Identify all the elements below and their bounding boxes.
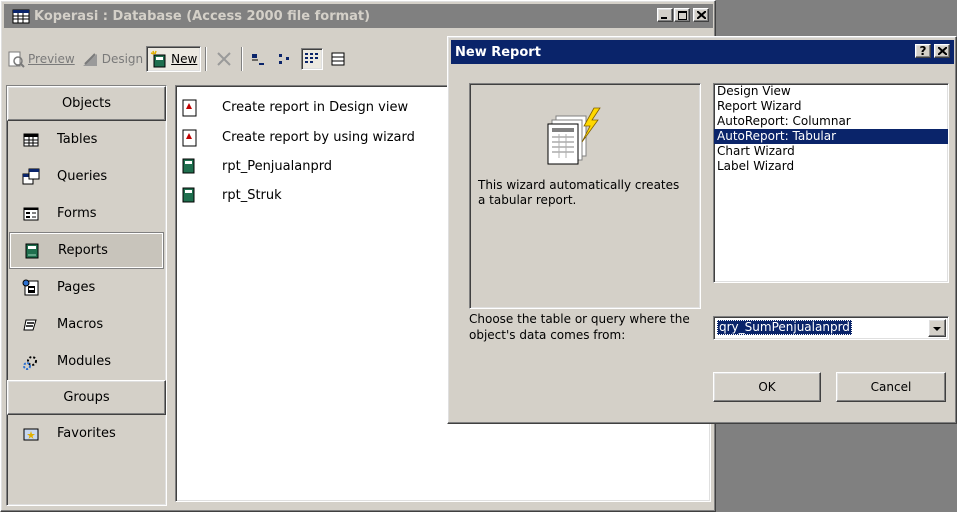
toolbar-separator (241, 47, 244, 71)
source-table-combo[interactable]: qry_SumPenjualanprd (713, 316, 949, 340)
database-icon (12, 8, 30, 24)
list-item-label: Create report in Design view (222, 99, 409, 115)
design-button[interactable]: Design (78, 46, 146, 72)
wizard-description: This wizard automatically creates a tabu… (478, 178, 680, 207)
new-object-icon (150, 50, 168, 68)
objects-group-header[interactable]: Objects (7, 86, 166, 121)
maximize-button[interactable] (674, 8, 690, 22)
wizard-option-label-wizard[interactable]: Label Wizard (714, 159, 948, 174)
report-icon (182, 158, 198, 174)
help-button[interactable]: ? (915, 44, 931, 58)
list-item-label: rpt_Struk (222, 187, 282, 203)
dialog-close-button[interactable] (934, 44, 950, 58)
minimize-button[interactable] (657, 8, 673, 22)
delete-icon[interactable] (213, 48, 235, 70)
module-icon (21, 352, 41, 372)
list-item-wizard[interactable]: Create report by using wizard (182, 126, 415, 148)
objects-item-reports[interactable]: Reports (9, 232, 164, 269)
list-item-design-view[interactable]: Create report in Design view (182, 96, 408, 118)
groups-item-favorites[interactable]: Favorites (7, 415, 166, 452)
list-view-icon[interactable] (301, 48, 324, 70)
objects-item-tables[interactable]: Tables (7, 121, 166, 158)
wizard-option-chart-wizard[interactable]: Chart Wizard (714, 144, 948, 159)
objects-item-label: Modules (57, 354, 112, 369)
objects-item-pages[interactable]: Pages (7, 269, 166, 306)
list-item-label: rpt_Penjualanprd (222, 158, 333, 174)
new-button[interactable]: New (146, 46, 202, 72)
list-item-report[interactable]: rpt_Struk (182, 184, 282, 206)
close-button[interactable] (693, 8, 709, 22)
page-icon (21, 278, 41, 298)
small-icons-icon[interactable] (275, 48, 297, 70)
chevron-down-icon (933, 321, 941, 335)
wizard-preview-panel: This wizard automatically creates a tabu… (469, 83, 701, 309)
toolbar-separator (205, 47, 208, 71)
table-icon (21, 130, 41, 150)
source-label: Choose the table or query where the obje… (469, 312, 690, 342)
query-icon (21, 167, 41, 187)
wizard-option-design-view[interactable]: Design View (714, 84, 948, 99)
objects-bar: Objects Tables Queries Forms Reports Pag… (6, 85, 167, 506)
database-window-title: Koperasi : Database (Access 2000 file fo… (34, 8, 371, 24)
preview-label: Preview (28, 52, 75, 66)
preview-button[interactable]: Preview (4, 46, 78, 72)
macro-icon (21, 315, 41, 335)
database-window-titlebar[interactable]: Koperasi : Database (Access 2000 file fo… (4, 4, 713, 28)
source-combo-value[interactable]: qry_SumPenjualanprd (717, 320, 852, 335)
report-icon (182, 187, 198, 203)
groups-header[interactable]: Groups (7, 380, 166, 415)
objects-item-label: Macros (57, 317, 104, 332)
design-label: Design (101, 52, 144, 66)
list-item-report[interactable]: rpt_Penjualanprd (182, 155, 332, 177)
favorites-label: Favorites (57, 426, 116, 441)
new-label: New (171, 52, 198, 66)
wizard-option-autoreport-tabular[interactable]: AutoReport: Tabular (714, 129, 948, 144)
objects-item-label: Queries (57, 169, 108, 184)
dialog-title: New Report (455, 44, 541, 60)
objects-item-modules[interactable]: Modules (7, 343, 166, 380)
details-view-icon[interactable] (327, 48, 349, 70)
wizard-option-autoreport-columnar[interactable]: AutoReport: Columnar (714, 114, 948, 129)
objects-item-forms[interactable]: Forms (7, 195, 166, 232)
design-wizard-icon (182, 99, 198, 117)
wizard-type-list[interactable]: Design View Report Wizard AutoReport: Co… (713, 83, 949, 283)
tabular-report-icon (544, 106, 604, 173)
list-item-label: Create report by using wizard (222, 129, 415, 145)
objects-item-macros[interactable]: Macros (7, 306, 166, 343)
wizard-option-report-wizard[interactable]: Report Wizard (714, 99, 948, 114)
objects-item-label: Pages (57, 280, 96, 295)
design-icon (81, 50, 99, 68)
combo-dropdown-button[interactable] (928, 319, 946, 337)
large-icons-icon[interactable] (249, 48, 271, 70)
preview-icon (7, 50, 25, 68)
objects-item-label: Tables (57, 132, 98, 147)
report-icon (22, 241, 42, 261)
report-wizard-icon (182, 129, 198, 147)
objects-item-queries[interactable]: Queries (7, 158, 166, 195)
ok-button[interactable]: OK (713, 372, 821, 402)
favorites-icon (21, 424, 41, 444)
form-icon (21, 204, 41, 224)
new-report-dialog: New Report ? This wizard automatically c… (447, 36, 957, 424)
objects-item-label: Reports (58, 243, 108, 258)
objects-item-label: Forms (57, 206, 97, 221)
cancel-button[interactable]: Cancel (836, 372, 946, 402)
dialog-titlebar[interactable]: New Report ? (451, 40, 954, 64)
